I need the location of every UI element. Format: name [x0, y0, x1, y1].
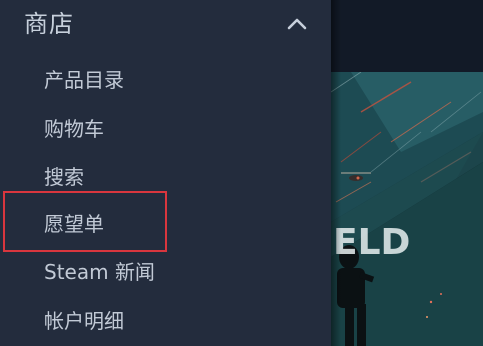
menu-item-cart[interactable]: 购物车 — [44, 115, 104, 143]
section-title: 商店 — [24, 10, 74, 38]
game-hero-image[interactable]: ELD — [331, 72, 483, 346]
menu-item-wishlist[interactable]: 愿望单 — [44, 210, 104, 238]
menu-item-search[interactable]: 搜索 — [44, 163, 84, 191]
app-root: 商店 产品目录 购物车 搜索 愿望单 Steam 新闻 帐户明细 ELD — [0, 0, 483, 346]
menu-item-catalog[interactable]: 产品目录 — [44, 66, 124, 94]
menu-item-account-details[interactable]: 帐户明细 — [44, 307, 124, 335]
main-content: ELD — [331, 0, 483, 346]
hero-artwork: ELD — [331, 72, 483, 346]
chevron-up-icon[interactable] — [284, 12, 310, 34]
top-bar — [331, 0, 483, 72]
store-section-header[interactable]: 商店 — [0, 0, 331, 52]
menu-item-steam-news[interactable]: Steam 新闻 — [44, 258, 155, 286]
hero-logo-text: ELD — [333, 222, 410, 263]
sidebar-edge-shadow — [331, 0, 341, 346]
store-sidebar-menu: 商店 产品目录 购物车 搜索 愿望单 Steam 新闻 帐户明细 — [0, 0, 331, 346]
